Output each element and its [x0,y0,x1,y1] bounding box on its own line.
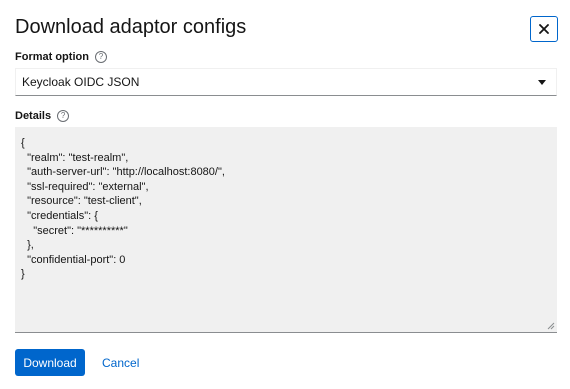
help-icon[interactable]: ? [94,51,107,63]
cancel-button[interactable]: Cancel [96,349,145,376]
close-button[interactable] [530,16,558,42]
help-icon[interactable]: ? [57,110,70,122]
modal-title: Download adaptor configs [15,16,247,38]
format-option-label: Format option [15,51,89,63]
download-button[interactable]: Download [15,349,85,376]
details-label: Details [15,110,52,122]
format-option-select[interactable]: Keycloak OIDC JSON [15,68,557,96]
details-textarea[interactable]: { "realm": "test-realm", "auth-server-ur… [15,127,557,333]
format-option-value: Keycloak OIDC JSON [22,75,140,89]
caret-down-icon [538,79,546,85]
resize-handle-icon[interactable] [547,322,555,330]
details-content: { "realm": "test-realm", "auth-server-ur… [21,137,225,281]
close-icon [539,24,549,34]
format-option-label-row: Format option ? [15,50,107,64]
details-label-row: Details ? [15,109,70,123]
